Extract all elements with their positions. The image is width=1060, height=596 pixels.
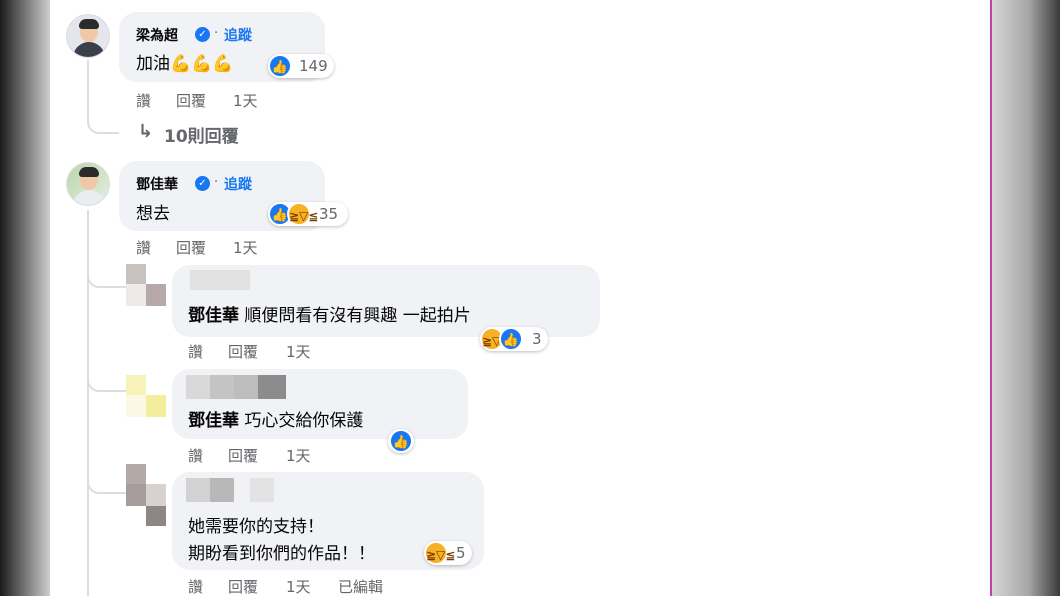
reply-time[interactable]: 1天 bbox=[286, 445, 311, 466]
avatar[interactable] bbox=[66, 162, 110, 206]
reaction-count: 149 bbox=[299, 57, 328, 75]
thread-elbow bbox=[87, 360, 127, 392]
reply-action[interactable]: 回覆 bbox=[176, 90, 206, 111]
view-replies-link[interactable]: 10則回覆 bbox=[164, 122, 239, 147]
redacted-name bbox=[186, 375, 210, 399]
reaction-summary[interactable]: 👍 bbox=[388, 429, 414, 453]
right-frame-border bbox=[990, 0, 992, 596]
redacted-name bbox=[234, 375, 258, 399]
comment-time[interactable]: 1天 bbox=[233, 237, 258, 258]
follow-button[interactable]: 追蹤 bbox=[224, 25, 252, 45]
redacted-name bbox=[186, 478, 210, 502]
like-action[interactable]: 讚 bbox=[136, 237, 151, 258]
like-action[interactable]: 讚 bbox=[188, 445, 203, 466]
avatar-pixelated[interactable] bbox=[126, 264, 166, 308]
like-action[interactable]: 讚 bbox=[188, 341, 203, 362]
reply-action[interactable]: 回覆 bbox=[176, 237, 206, 258]
avatar-pixelated[interactable] bbox=[126, 464, 166, 526]
comment-text: 想去 bbox=[136, 204, 170, 224]
like-action[interactable]: 讚 bbox=[136, 90, 151, 111]
reply-action[interactable]: 回覆 bbox=[228, 576, 258, 596]
reply-time[interactable]: 1天 bbox=[286, 341, 311, 362]
reaction-count: 35 bbox=[319, 205, 339, 223]
reply-time[interactable]: 1天 bbox=[286, 576, 311, 596]
comment-text: 加油💪💪💪 bbox=[136, 54, 234, 74]
redacted-name bbox=[250, 478, 274, 502]
reply-arrow-icon: ↳ bbox=[138, 121, 154, 142]
mention[interactable]: 鄧佳華 bbox=[188, 306, 239, 326]
comment-time[interactable]: 1天 bbox=[233, 90, 258, 111]
edited-label: 已編輯 bbox=[338, 578, 384, 596]
reply-text: 鄧佳華 順便問看有沒有興趣 一起拍片 bbox=[188, 301, 471, 326]
reaction-summary[interactable]: ≧▽≦ 5 bbox=[424, 541, 472, 565]
reaction-summary[interactable]: ≧▽≦ 👍 3 bbox=[480, 327, 548, 351]
like-action[interactable]: 讚 bbox=[188, 576, 203, 596]
reaction-summary[interactable]: 👍 149 bbox=[268, 54, 334, 78]
like-reaction-icon: 👍 bbox=[499, 327, 523, 351]
redacted-name bbox=[210, 375, 234, 399]
avatar-pixelated[interactable] bbox=[126, 375, 166, 419]
redacted-name bbox=[210, 478, 234, 502]
haha-reaction-icon: ≧▽≦ bbox=[424, 541, 455, 565]
redacted-name bbox=[190, 270, 250, 290]
haha-reaction-icon: ≧▽≦ bbox=[287, 202, 318, 226]
separator-dot: · bbox=[214, 26, 219, 41]
thread-elbow bbox=[87, 460, 127, 494]
thread-elbow bbox=[87, 260, 127, 288]
redacted-name bbox=[258, 375, 286, 399]
reply-action[interactable]: 回覆 bbox=[228, 341, 258, 362]
reply-text: 鄧佳華 巧心交給你保護 bbox=[188, 406, 363, 431]
comment-author[interactable]: 鄧佳華 bbox=[136, 174, 178, 194]
separator-dot: · bbox=[214, 175, 219, 190]
reaction-count: 3 bbox=[532, 330, 542, 348]
avatar[interactable] bbox=[66, 14, 110, 58]
comments-panel: 梁為超 ✓ · 追蹤 加油💪💪💪 👍 149 讚 回覆 1天 ↳ 10則回覆 鄧… bbox=[50, 0, 990, 596]
verified-badge-icon: ✓ bbox=[195, 27, 210, 42]
verified-badge-icon: ✓ bbox=[195, 176, 210, 191]
follow-button[interactable]: 追蹤 bbox=[224, 174, 252, 194]
reply-action[interactable]: 回覆 bbox=[228, 445, 258, 466]
reply-body: 巧心交給你保護 bbox=[244, 411, 364, 431]
reply-body: 順便問看有沒有興趣 一起拍片 bbox=[244, 306, 471, 326]
mention[interactable]: 鄧佳華 bbox=[188, 411, 239, 431]
thread-elbow bbox=[87, 100, 119, 134]
like-reaction-icon: 👍 bbox=[389, 429, 413, 453]
reply-text-line1: 她需要你的支持！ bbox=[188, 517, 324, 537]
right-frame-edge bbox=[990, 0, 1060, 596]
reaction-count: 5 bbox=[456, 544, 466, 562]
reaction-summary[interactable]: 👍 ≧▽≦ 35 bbox=[268, 202, 348, 226]
like-reaction-icon: 👍 bbox=[268, 54, 292, 78]
comment-author[interactable]: 梁為超 bbox=[136, 25, 178, 45]
left-frame-edge bbox=[0, 0, 50, 596]
reply-text-line2: 期盼看到你們的作品！！ bbox=[188, 544, 375, 564]
